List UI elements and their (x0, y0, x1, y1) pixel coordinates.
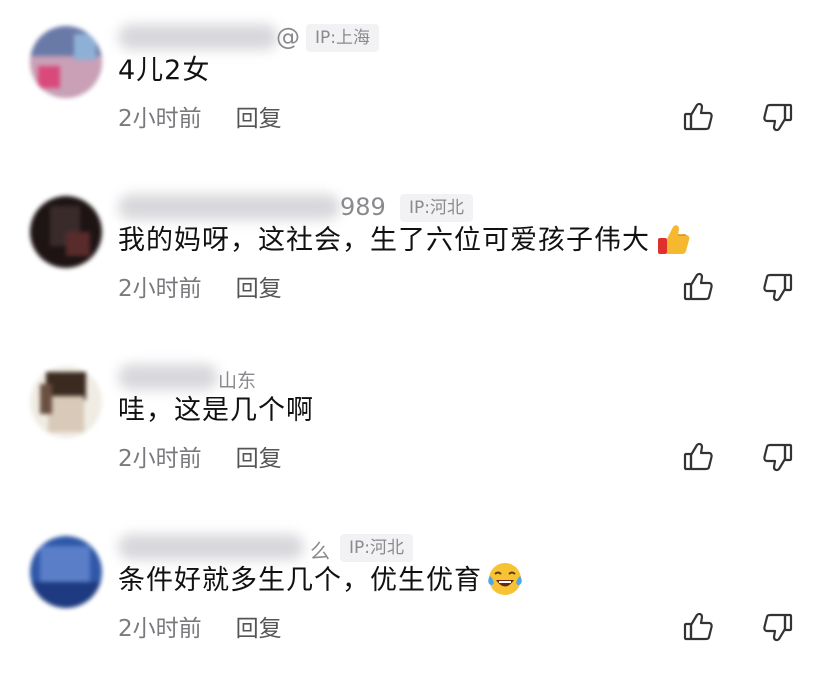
ip-location-tag: IP:上海 (306, 24, 379, 52)
username-blurred[interactable] (118, 534, 304, 560)
reply-button[interactable]: 回复 (236, 616, 282, 642)
avatar[interactable] (30, 26, 102, 98)
dislike-button[interactable] (760, 609, 796, 645)
comment-item: 山东 哇，这是几个啊 2小时前 回复 (0, 340, 825, 510)
comment-meta: 2小时前 回复 (118, 609, 282, 643)
comment-time: 2小时前 (118, 276, 202, 302)
comment-text: 4儿2女 (118, 55, 211, 86)
username-blurred[interactable] (118, 364, 218, 390)
comment-meta: 2小时前 回复 (118, 439, 282, 473)
like-button[interactable] (680, 99, 716, 135)
dislike-button[interactable] (760, 439, 796, 475)
username-blurred[interactable] (118, 194, 340, 220)
comment-text-content: 我的妈呀，这社会，生了六位可爱孩子伟大 (118, 225, 650, 256)
thumbs-up-icon (683, 272, 713, 301)
thumbs-down-icon (763, 103, 793, 132)
comment-text: 哇，这是几个啊 (118, 395, 314, 426)
like-button[interactable] (680, 439, 716, 475)
thumbs-down-icon (763, 443, 793, 472)
comment-time: 2小时前 (118, 616, 202, 642)
avatar[interactable] (30, 196, 102, 268)
comment-text: 条件好就多生几个，优生优育 (118, 558, 524, 598)
thumbs-up-emoji (658, 225, 690, 254)
avatar[interactable] (30, 536, 102, 608)
avatar[interactable] (30, 366, 102, 438)
comment-item: 么 IP:河北 条件好就多生几个，优生优育 2小时前 回复 (0, 510, 825, 680)
comment-time: 2小时前 (118, 106, 202, 132)
reply-button[interactable]: 回复 (236, 446, 282, 472)
thumbs-up-icon (683, 442, 713, 471)
comment-meta: 2小时前 回复 (118, 99, 282, 133)
comment-time: 2小时前 (118, 446, 202, 472)
comment-item: 989 IP:河北 我的妈呀，这社会，生了六位可爱孩子伟大 2小时前 回复 (0, 170, 825, 340)
thumbs-down-icon (763, 273, 793, 302)
reply-button[interactable]: 回复 (236, 276, 282, 302)
thumbs-down-icon (763, 613, 793, 642)
laughing-tears-emoji (488, 563, 522, 595)
comment-meta: 2小时前 回复 (118, 269, 282, 303)
username-visible[interactable]: @ (276, 23, 300, 51)
comment-text: 我的妈呀，这社会，生了六位可爱孩子伟大 (118, 218, 692, 258)
thumbs-up-icon (683, 102, 713, 131)
like-button[interactable] (680, 269, 716, 305)
comment-text-content: 条件好就多生几个，优生优育 (118, 565, 482, 596)
dislike-button[interactable] (760, 269, 796, 305)
reply-button[interactable]: 回复 (236, 106, 282, 132)
username-visible[interactable]: 989 (340, 193, 386, 221)
username-blurred[interactable] (118, 24, 278, 50)
like-button[interactable] (680, 609, 716, 645)
dislike-button[interactable] (760, 99, 796, 135)
comment-item: @ IP:上海 4儿2女 2小时前 回复 (0, 0, 825, 170)
thumbs-up-icon (683, 612, 713, 641)
